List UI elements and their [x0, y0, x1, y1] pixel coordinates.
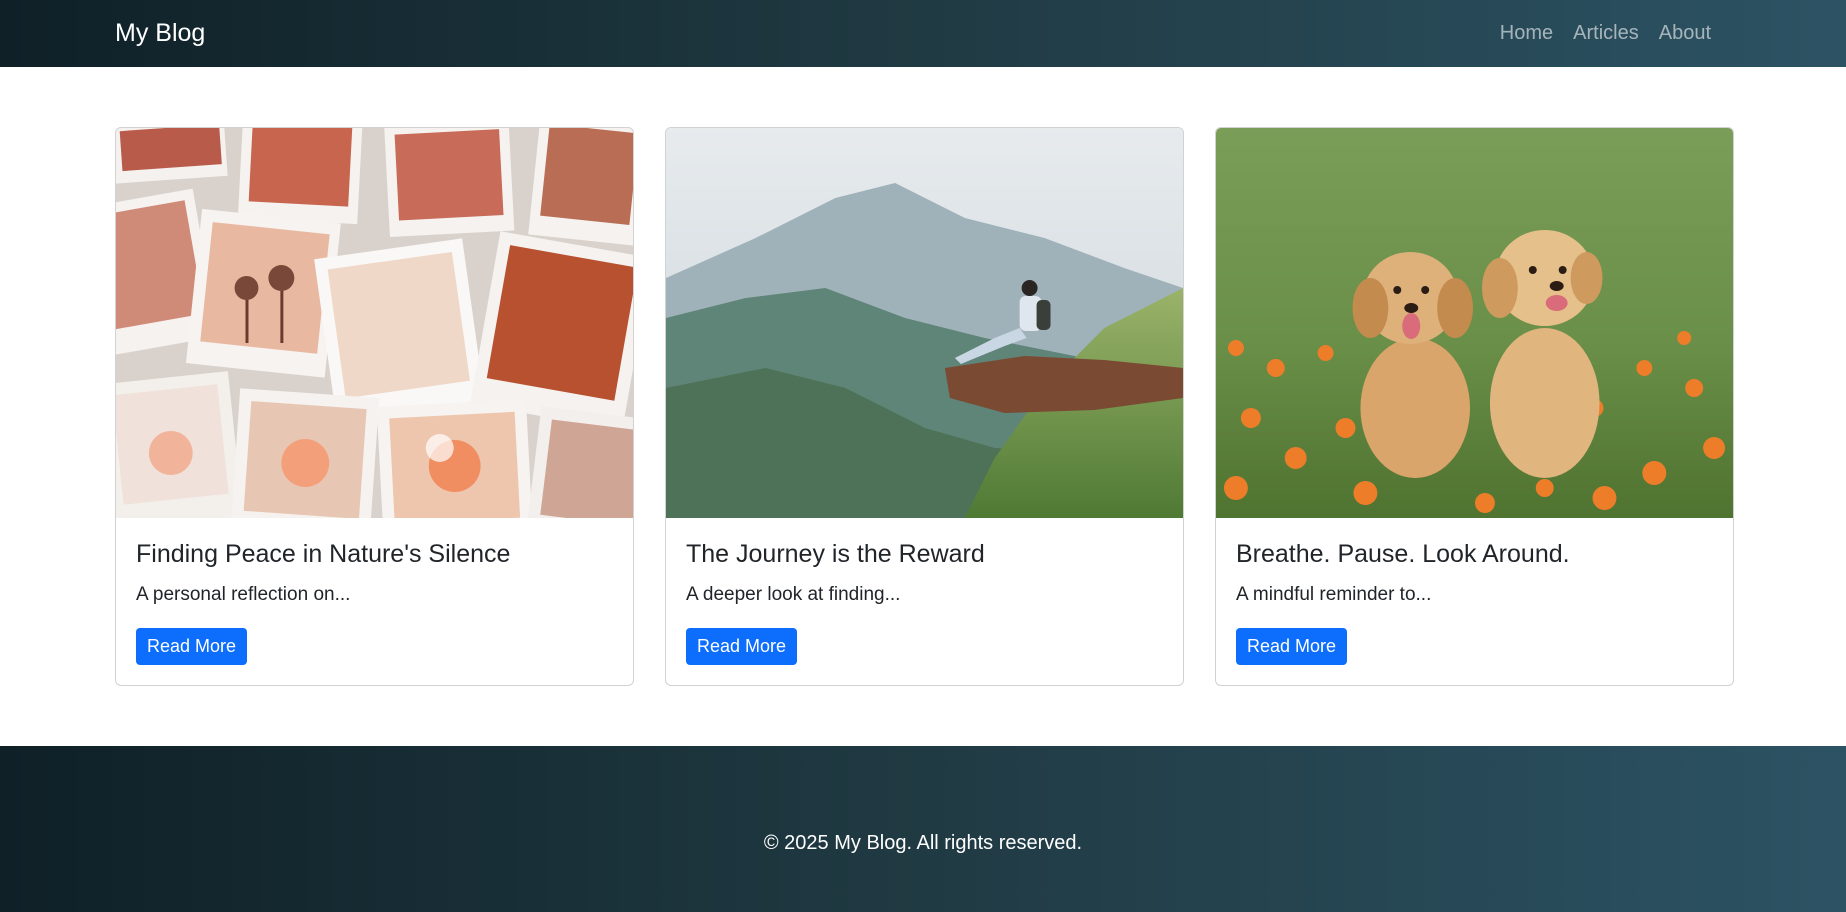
nav-link-home[interactable]: Home — [1490, 22, 1563, 45]
article-card: Breathe. Pause. Look Around. A mindful r… — [1215, 127, 1734, 686]
card-text: A personal reflection on... — [136, 584, 351, 605]
article-card: Finding Peace in Nature's Silence A pers… — [115, 127, 634, 686]
nav-link-articles[interactable]: Articles — [1563, 22, 1649, 45]
nav-link-about[interactable]: About — [1649, 22, 1721, 45]
read-more-button[interactable]: Read More — [686, 627, 798, 665]
hiker-on-mountain-photo — [666, 128, 1183, 518]
card-title: The Journey is the Reward — [686, 540, 985, 568]
brand-logo[interactable]: My Blog — [115, 19, 205, 48]
card-title: Breathe. Pause. Look Around. — [1236, 540, 1570, 568]
read-more-button[interactable]: Read More — [136, 627, 248, 665]
footer: © 2025 My Blog. All rights reserved. — [0, 746, 1846, 912]
nav-links: Home Articles About — [1490, 22, 1721, 45]
card-text: A deeper look at finding... — [686, 584, 901, 605]
read-more-button[interactable]: Read More — [1236, 627, 1348, 665]
polaroid-collage-photo — [116, 128, 633, 518]
card-body: The Journey is the Reward A deeper look … — [666, 518, 1183, 685]
card-title: Finding Peace in Nature's Silence — [136, 540, 511, 568]
card-body: Breathe. Pause. Look Around. A mindful r… — [1216, 518, 1733, 685]
golden-puppies-photo — [1216, 128, 1733, 518]
footer-copyright: © 2025 My Blog. All rights reserved. — [763, 831, 1083, 854]
article-cards: Finding Peace in Nature's Silence A pers… — [115, 127, 1734, 686]
card-body: Finding Peace in Nature's Silence A pers… — [116, 518, 633, 685]
navbar: My Blog Home Articles About — [0, 0, 1846, 67]
card-text: A mindful reminder to... — [1236, 584, 1432, 605]
article-card: The Journey is the Reward A deeper look … — [665, 127, 1184, 686]
